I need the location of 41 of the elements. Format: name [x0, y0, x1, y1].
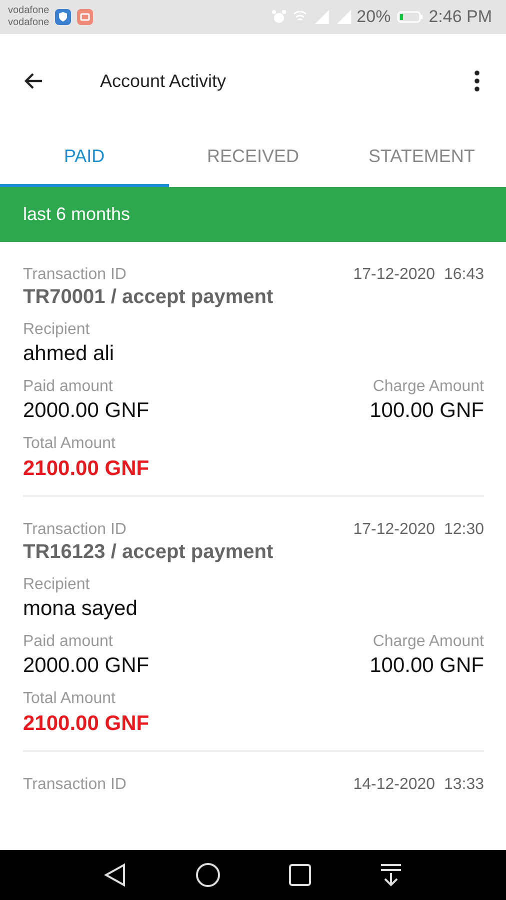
notification-drawer-icon[interactable]: [380, 863, 402, 887]
field-label: Recipient: [23, 321, 91, 339]
field-label: Charge Amount: [372, 633, 484, 651]
paid-amount: 2000.00 GNF: [23, 654, 150, 678]
charge-amount: 100.00 GNF: [370, 654, 484, 678]
field-label: Paid amount: [23, 633, 113, 651]
carrier-name: vodafone: [8, 17, 50, 29]
field-label: Transaction ID: [23, 521, 126, 539]
app-icon: [77, 9, 94, 25]
total-amount: 2100.00 GNF: [23, 457, 150, 481]
transaction-id: TR70001 / accept payment: [23, 286, 274, 309]
transaction-id: TR16123 / accept payment: [23, 541, 274, 564]
more-options-icon: [474, 70, 480, 92]
transaction-date: 17-12-2020 16:43: [353, 266, 484, 284]
screen-title: Account Activity: [100, 70, 226, 92]
transaction-date: 14-12-2020 13:33: [353, 776, 484, 794]
recipient-name: ahmed ali: [23, 342, 116, 366]
field-label: Total Amount: [23, 435, 116, 453]
total-amount: 2100.00 GNF: [23, 712, 150, 736]
recipient-name: mona sayed: [23, 597, 138, 621]
home-icon[interactable]: [194, 862, 221, 888]
shield-icon: [55, 9, 72, 25]
recents-icon[interactable]: [289, 864, 312, 886]
carrier-name: vodafone: [8, 5, 50, 17]
paid-amount: 2000.00 GNF: [23, 399, 150, 423]
field-label: Total Amount: [23, 690, 116, 708]
battery-percentage: 20%: [356, 7, 391, 27]
field-label: Paid amount: [23, 378, 113, 396]
transaction-date: 17-12-2020 12:30: [353, 521, 484, 539]
wifi-icon: [292, 11, 307, 23]
clock: 2:46 PM: [428, 7, 492, 27]
filter-banner: last 6 months: [0, 187, 506, 242]
signal-icon: [312, 10, 329, 24]
field-label: Charge Amount: [372, 378, 484, 396]
battery-icon: [396, 11, 423, 23]
field-label: Recipient: [23, 576, 91, 594]
charge-amount: 100.00 GNF: [370, 399, 484, 423]
signal-icon: [334, 10, 351, 24]
field-label: Transaction ID: [23, 776, 126, 794]
back-icon[interactable]: [104, 863, 126, 887]
field-label: Transaction ID: [23, 266, 126, 284]
